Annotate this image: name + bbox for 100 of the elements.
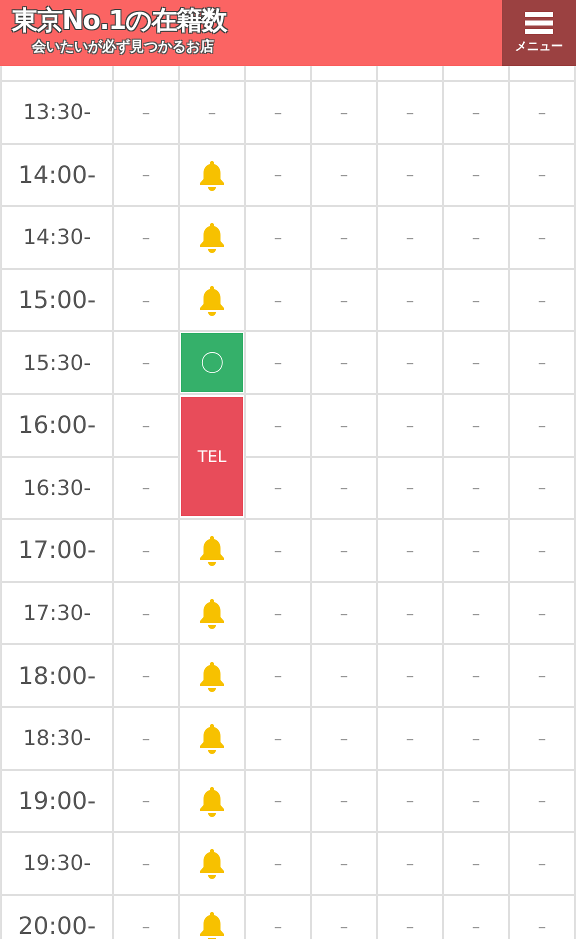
dash-text: – <box>340 728 348 748</box>
dash-text: – <box>274 916 282 936</box>
dash-text: – <box>142 604 150 623</box>
time-label: 13:30- <box>22 100 92 124</box>
dash-text: – <box>340 416 348 435</box>
dash-text: – <box>340 916 348 936</box>
bell-icon <box>197 221 227 254</box>
dash-text: – <box>340 353 348 372</box>
dash-text: – <box>208 102 216 122</box>
dash-text: – <box>142 916 150 936</box>
dash-text: – <box>538 604 546 623</box>
bell-icon <box>197 660 227 692</box>
dash-text: – <box>472 791 480 810</box>
dash-text: – <box>142 165 150 184</box>
dash-text: – <box>538 666 546 686</box>
dash-text: – <box>538 353 546 372</box>
tel-slot[interactable]: TEL <box>180 396 244 518</box>
time-label: 15:00- <box>18 286 96 314</box>
site-title: 東京No.1の在籍数 <box>12 5 227 38</box>
dash-text: – <box>340 102 348 122</box>
site-tagline: 会いたいが必ず見つかるお店 <box>32 38 215 56</box>
dash-text: – <box>472 666 480 686</box>
dash-text: – <box>406 102 414 122</box>
dash-text: – <box>538 228 546 247</box>
dash-text: – <box>538 102 546 122</box>
bell-icon <box>197 910 227 939</box>
dash-text: – <box>538 791 546 810</box>
dash-text: – <box>142 666 150 686</box>
dash-text: – <box>142 290 150 310</box>
dash-text: – <box>340 478 348 498</box>
dash-text: – <box>472 540 480 560</box>
dash-text: – <box>406 604 414 623</box>
dash-text: – <box>406 916 414 936</box>
dash-text: – <box>142 728 150 748</box>
dash-text: – <box>274 165 282 184</box>
time-label: 17:00- <box>18 536 96 564</box>
dash-text: – <box>340 165 348 184</box>
dash-text: – <box>538 916 546 936</box>
dash-text: – <box>340 854 348 873</box>
dash-text: – <box>538 540 546 560</box>
dash-text: – <box>142 353 150 372</box>
dash-text: – <box>538 165 546 184</box>
menu-icon <box>525 12 553 34</box>
dash-text: – <box>472 854 480 873</box>
dash-text: – <box>142 854 150 873</box>
time-label: 18:00- <box>18 662 96 690</box>
dash-text: – <box>274 478 282 498</box>
dash-text: – <box>340 666 348 686</box>
dash-text: – <box>406 165 414 184</box>
dash-text: – <box>274 102 282 122</box>
dash-text: – <box>340 228 348 247</box>
dash-text: – <box>538 478 546 498</box>
time-label: 20:00- <box>18 912 96 939</box>
dash-text: – <box>406 416 414 435</box>
time-label: 19:00- <box>18 786 96 815</box>
dash-text: – <box>538 854 546 873</box>
dash-text: – <box>406 353 414 372</box>
dash-text: – <box>472 165 480 184</box>
dash-text: – <box>406 290 414 310</box>
dash-text: – <box>472 604 480 623</box>
dash-text: – <box>472 353 480 372</box>
time-label: 16:30- <box>22 476 92 500</box>
dash-text: – <box>472 728 480 748</box>
dash-text: – <box>274 540 282 560</box>
bell-icon <box>197 158 227 191</box>
dash-text: – <box>142 478 150 498</box>
dash-text: – <box>406 728 414 748</box>
dash-text: – <box>406 666 414 686</box>
dash-text: – <box>472 102 480 122</box>
time-label: 15:30- <box>22 350 92 375</box>
bell-icon <box>197 784 227 817</box>
time-label: 18:30- <box>22 726 92 750</box>
dash-text: – <box>274 728 282 748</box>
dash-text: – <box>340 290 348 310</box>
dash-text: – <box>274 290 282 310</box>
dash-text: – <box>340 791 348 810</box>
time-label: 14:30- <box>22 225 92 250</box>
dash-text: – <box>142 228 150 247</box>
dash-text: – <box>538 416 546 435</box>
dash-text: – <box>142 540 150 560</box>
dash-text: – <box>340 540 348 560</box>
dash-text: – <box>472 228 480 247</box>
dash-text: – <box>274 666 282 686</box>
dash-text: – <box>142 102 150 122</box>
dash-text: – <box>538 290 546 310</box>
bell-icon <box>197 597 227 630</box>
dash-text: – <box>538 728 546 748</box>
dash-text: – <box>406 228 414 247</box>
dash-text: – <box>142 791 150 810</box>
time-label: 14:00- <box>18 160 96 189</box>
dash-text: – <box>274 791 282 810</box>
dash-text: – <box>274 854 282 873</box>
time-label: 19:30- <box>22 851 92 876</box>
dash-text: – <box>340 604 348 623</box>
dash-text: – <box>472 290 480 310</box>
dash-text: – <box>274 228 282 247</box>
available-slot[interactable]: 〇 <box>180 332 244 393</box>
menu-button[interactable]: メニュー <box>502 0 576 66</box>
bell-icon <box>197 847 227 880</box>
time-label: 17:30- <box>22 601 92 626</box>
